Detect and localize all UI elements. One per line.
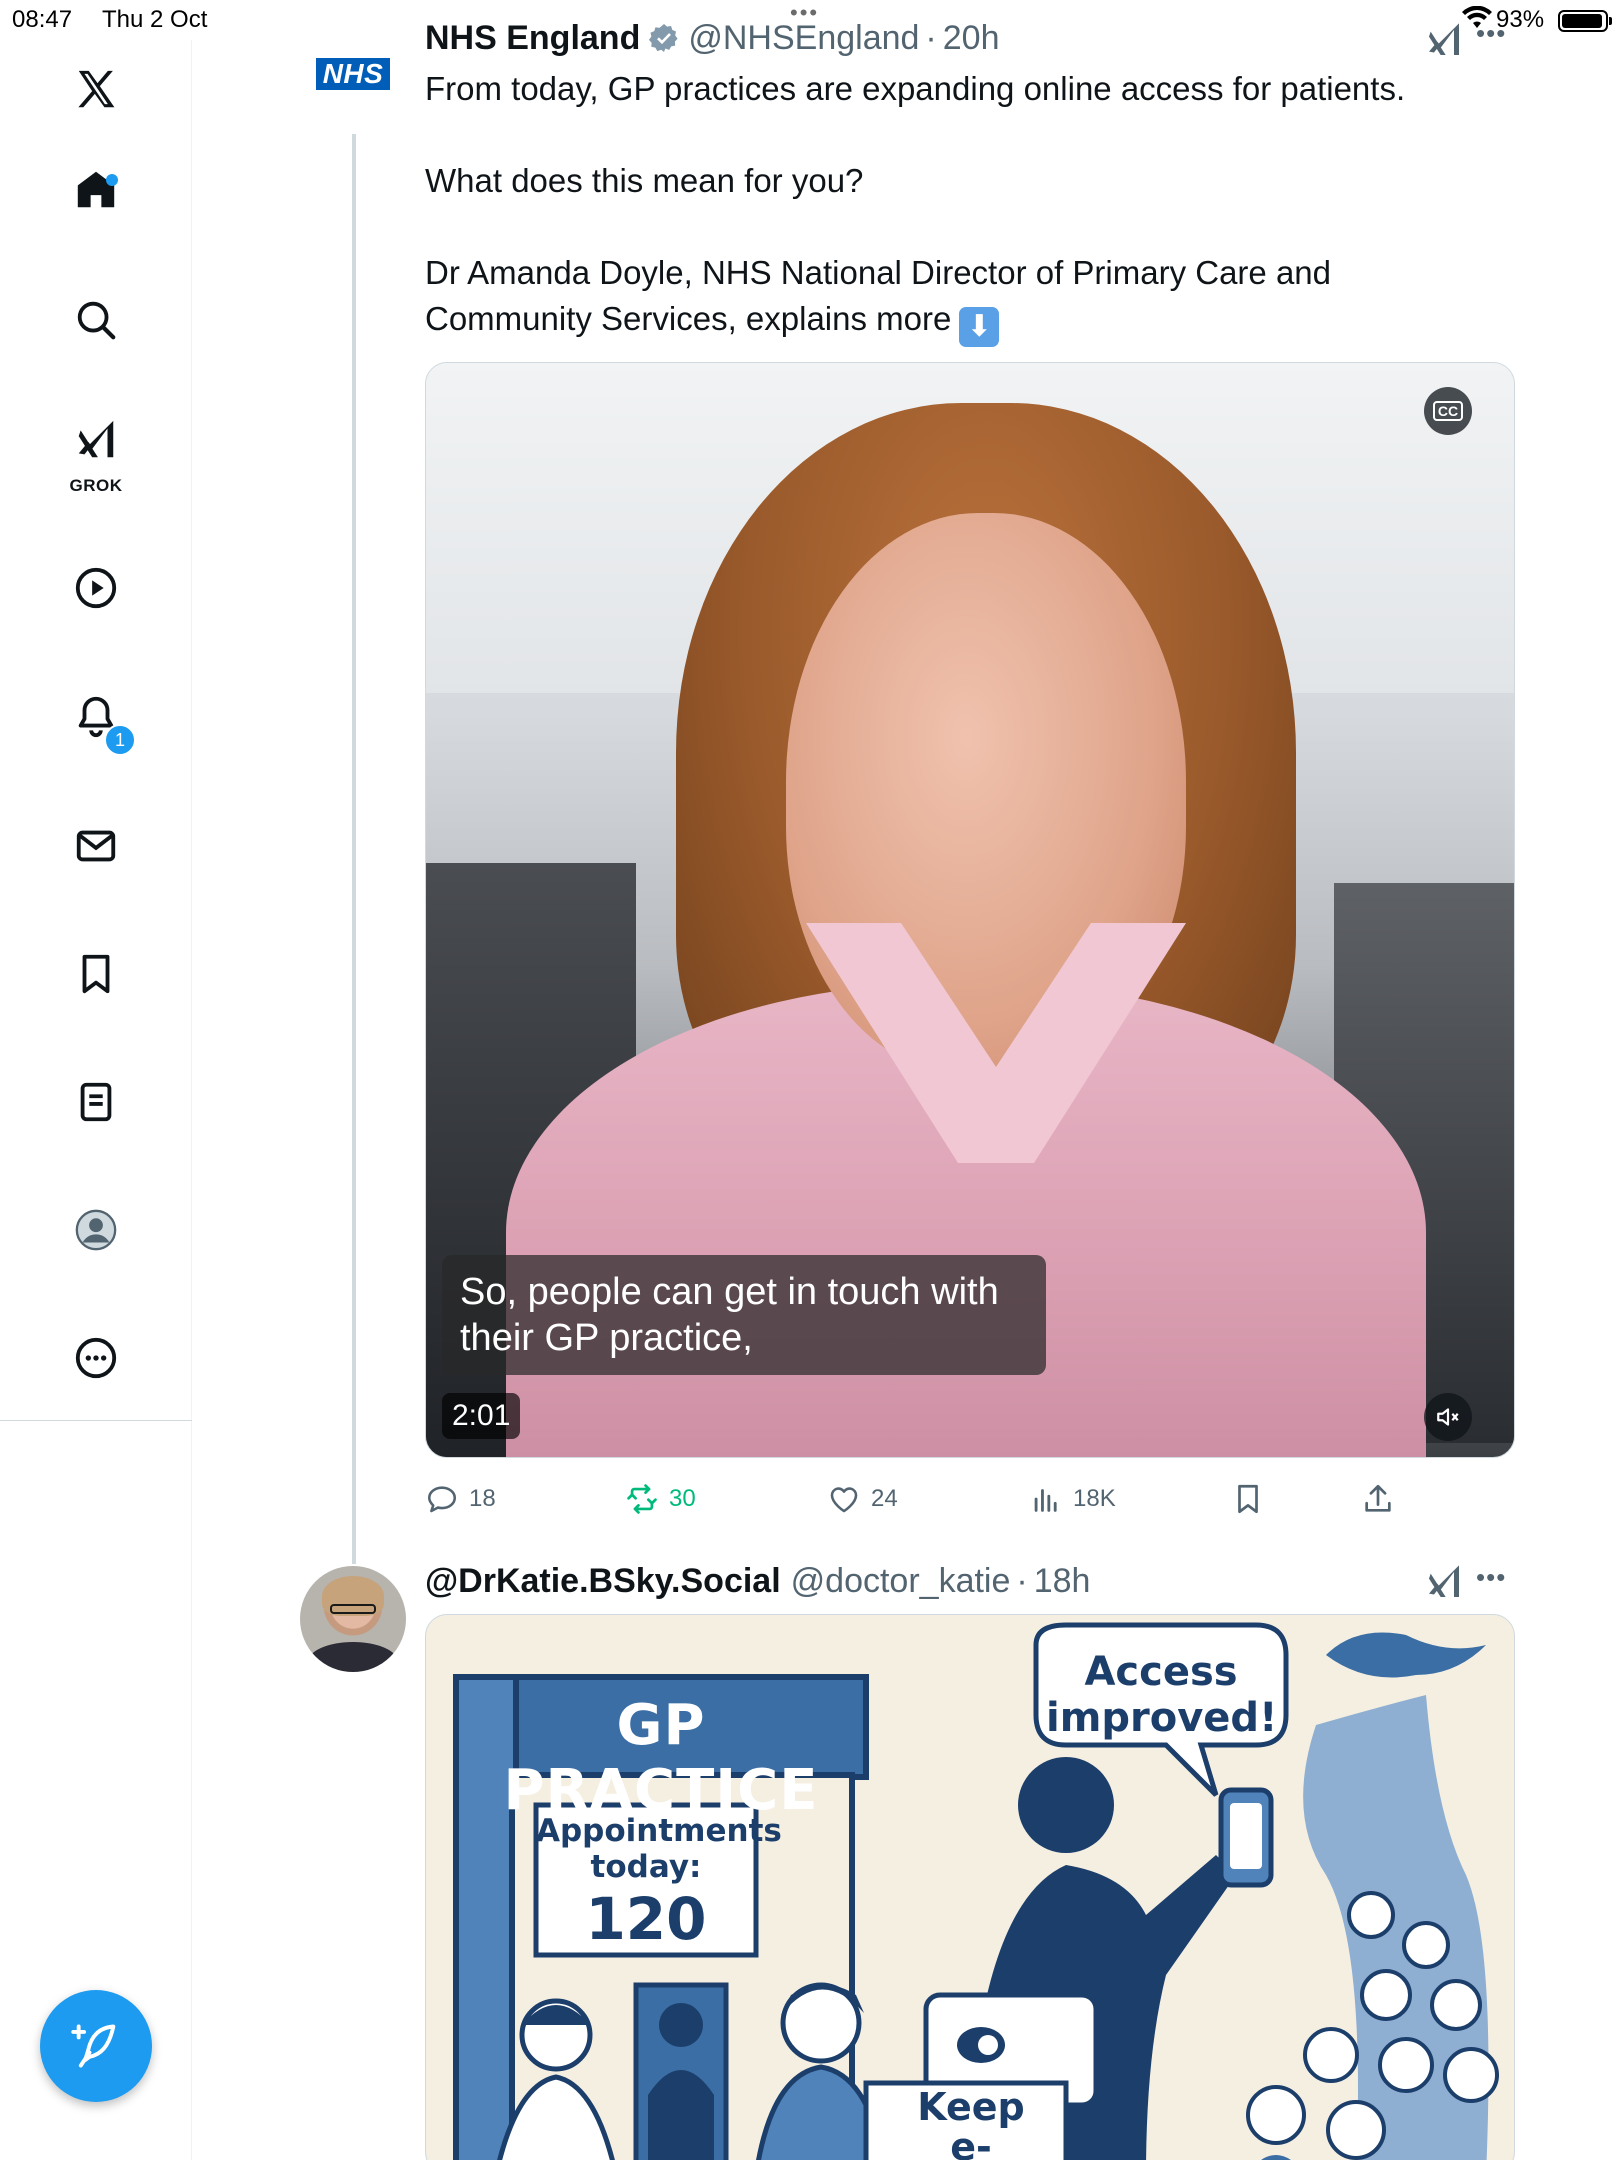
repost-icon: [627, 1484, 657, 1514]
down-arrow-emoji-icon: ⬇: [959, 307, 1000, 347]
gp-practice-sign: GP PRACTICE: [503, 1693, 819, 1823]
post-more-icon[interactable]: •••: [1476, 1562, 1506, 1593]
post-more-icon[interactable]: •••: [1476, 18, 1506, 49]
appointments-label-line: Appointments: [536, 1813, 782, 1849]
bookmark-button[interactable]: [1231, 1474, 1275, 1524]
avatar-nhs-logo[interactable]: NHS: [316, 58, 390, 90]
lists-icon[interactable]: [66, 1072, 126, 1132]
profile-icon[interactable]: [66, 1200, 126, 1260]
sidebar-nav: GROK 1: [0, 40, 192, 2160]
reply-button[interactable]: 18: [425, 1474, 496, 1524]
thread-connector-line: [352, 134, 356, 1564]
post-header: NHS England @NHSEngland · 20h: [425, 16, 999, 60]
caption-line: So, people can get in touch with: [460, 1271, 999, 1313]
keep-sign-line: e-consults: [950, 2125, 992, 2160]
header-separator: ·: [925, 18, 937, 57]
author-name[interactable]: @DrKatie.BSky.Social: [425, 1562, 781, 1601]
heart-icon: [830, 1487, 858, 1513]
author-handle[interactable]: @doctor_katie: [791, 1562, 1011, 1601]
compose-button[interactable]: [40, 1990, 152, 2102]
home-icon[interactable]: [66, 160, 126, 220]
post-text-line: From today, GP practices are expanding o…: [425, 70, 1406, 107]
avatar-drkatie[interactable]: [300, 1566, 406, 1672]
avatar-body: [308, 1642, 398, 1672]
like-button[interactable]: 24: [827, 1474, 898, 1524]
bookmark-icon: [1238, 1484, 1258, 1514]
post-actions: 18 30 24 18K: [425, 1474, 1515, 1524]
appointments-label: Appointments today:: [536, 1813, 782, 1885]
grok-explain-icon[interactable]: [1424, 1562, 1464, 1602]
share-button[interactable]: [1361, 1474, 1405, 1524]
messages-icon[interactable]: [66, 816, 126, 876]
notifications-badge: 1: [104, 724, 136, 756]
more-icon[interactable]: [66, 1328, 126, 1388]
keep-econsults-sign: Keep e-consults: [871, 2087, 1071, 2160]
repost-button[interactable]: 30: [625, 1474, 696, 1524]
repost-count: 30: [669, 1485, 696, 1512]
post-text-line: What does this mean for you?: [425, 162, 864, 199]
status-time: 08:47: [12, 6, 73, 33]
post-text-line: Dr Amanda Doyle, NHS National Director o…: [425, 254, 1332, 291]
view-count: 18K: [1073, 1485, 1116, 1512]
author-name[interactable]: NHS England: [425, 19, 640, 58]
mute-button[interactable]: [1424, 1393, 1472, 1441]
speaker-muted-icon: [1437, 1408, 1459, 1426]
grok-label: GROK: [69, 476, 123, 495]
reply-icon: [427, 1486, 457, 1513]
reply-count: 18: [469, 1485, 496, 1512]
avatar-glasses: [330, 1604, 376, 1614]
verified-badge-icon: [649, 24, 678, 52]
post-header: @DrKatie.BSky.Social @doctor_katie · 18h: [425, 1558, 1090, 1604]
post-text: From today, GP practices are expanding o…: [425, 66, 1525, 347]
bookmarks-icon[interactable]: [66, 944, 126, 1004]
post-image[interactable]: GP PRACTICE Appointments today: 120 Acce…: [425, 1614, 1515, 2160]
sidebar-divider: [0, 1420, 192, 1421]
views-button[interactable]: 18K: [1029, 1474, 1116, 1524]
grok-explain-icon[interactable]: [1424, 20, 1464, 60]
speech-bubble-text: Access improved!: [1046, 1649, 1278, 1741]
search-icon[interactable]: [66, 290, 126, 350]
keep-sign-line: Keep: [917, 2085, 1025, 2129]
appointments-label-line: today:: [590, 1849, 702, 1885]
video-player[interactable]: CC So, people can get in touch with thei…: [425, 362, 1515, 1458]
x-logo-icon[interactable]: [66, 60, 126, 120]
video-icon[interactable]: [66, 558, 126, 618]
home-notification-dot: [106, 174, 118, 186]
share-icon: [1365, 1484, 1391, 1512]
video-duration: 2:01: [442, 1393, 521, 1439]
status-date: Thu 2 Oct: [102, 6, 208, 33]
battery-icon: [1558, 10, 1612, 32]
grok-icon[interactable]: [66, 410, 126, 470]
video-caption: So, people can get in touch with their G…: [442, 1255, 1046, 1375]
compose-feather-icon: [71, 2024, 116, 2068]
views-chart-icon: [1034, 1489, 1057, 1512]
header-separator: ·: [1016, 1561, 1028, 1600]
caption-line: their GP practice,: [460, 1317, 753, 1359]
captions-button[interactable]: CC: [1424, 387, 1472, 435]
speech-bubble-line: improved!: [1046, 1695, 1278, 1741]
author-handle[interactable]: @NHSEngland: [688, 19, 919, 58]
speech-bubble-line: Access: [1084, 1649, 1238, 1695]
post-time[interactable]: 20h: [943, 19, 1000, 58]
cc-icon: CC: [1432, 401, 1464, 421]
post-time[interactable]: 18h: [1034, 1562, 1091, 1601]
like-count: 24: [871, 1485, 898, 1512]
post-text-line: Community Services, explains more: [425, 300, 952, 337]
appointments-count: 120: [585, 1885, 707, 1953]
